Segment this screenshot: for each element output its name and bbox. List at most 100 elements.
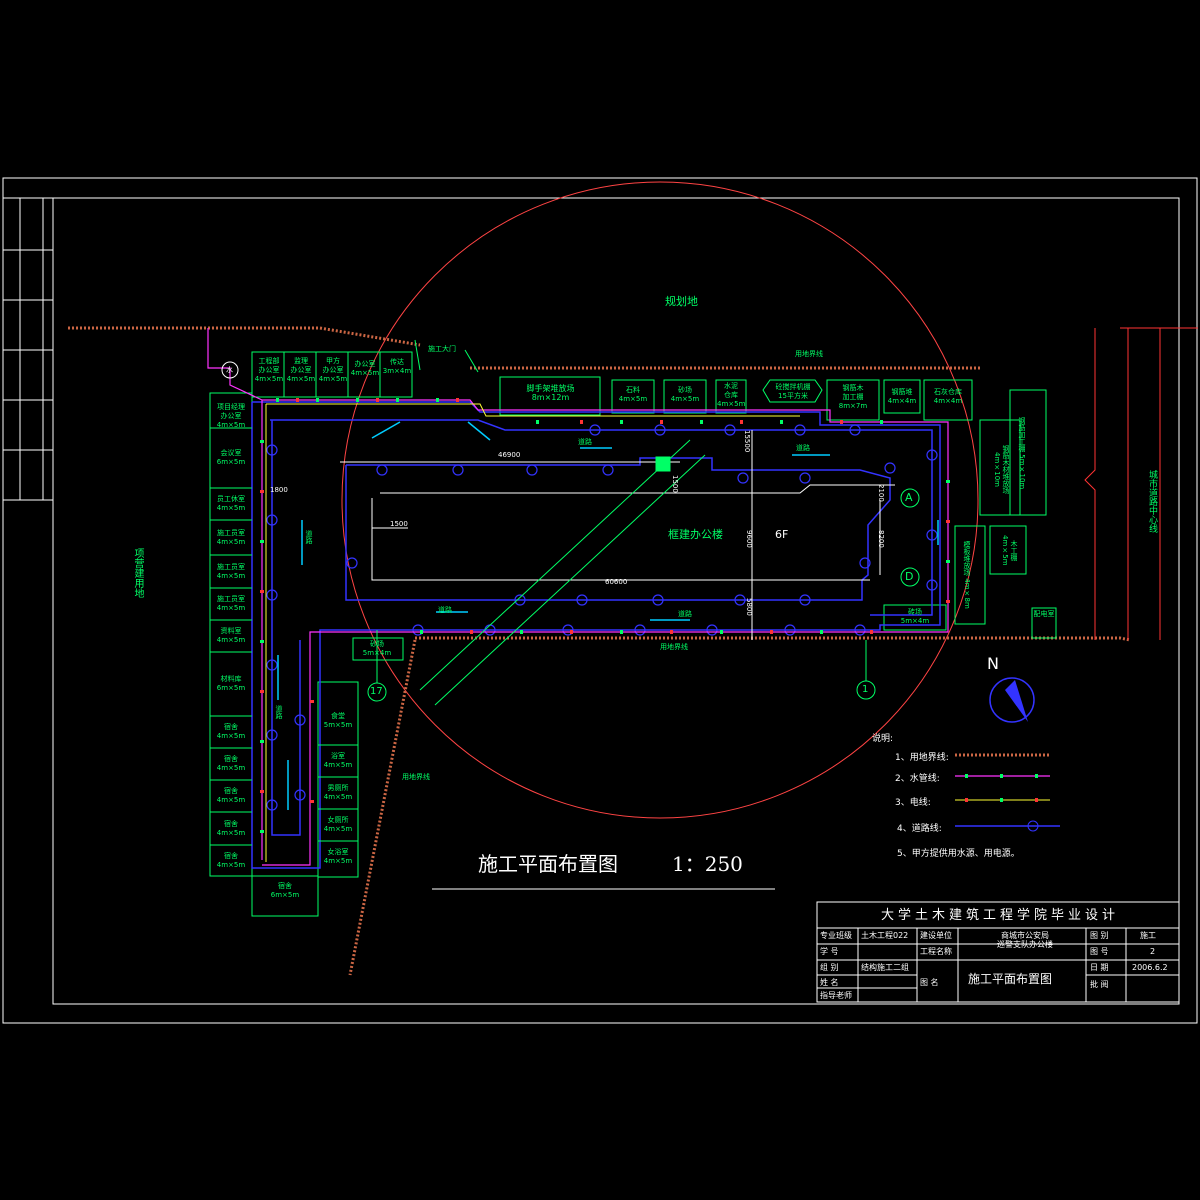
legend-lines (955, 753, 1060, 832)
facility-east: 钢筋木材堆放场 4m×10m (993, 444, 1010, 494)
road-label: 道路 (275, 705, 283, 719)
tb-value: 2006.6.2 (1132, 963, 1168, 972)
tb-key: 图 号 (1090, 947, 1109, 956)
temp-land-label: 项营建用地 (132, 548, 143, 598)
facility-east: 砖场 5m×4m (900, 608, 930, 625)
drawing-scale: 1：250 (672, 852, 743, 876)
hydrant-label: 水 (226, 366, 233, 374)
facility-north: 石料 4m×5m (618, 386, 648, 403)
facility-top: 工程部 办公室 4m×5m (254, 357, 284, 383)
dim-v5: 5800 (745, 598, 753, 616)
facility-left: 宿舍 4m×5m (216, 755, 246, 772)
tb-value: 土木工程022 (861, 931, 909, 940)
dim-v2: 9600 (745, 530, 753, 548)
road-label: 道路 (305, 530, 313, 544)
dim-top: 46900 (498, 451, 521, 459)
dim-h1: 1500 (390, 520, 408, 528)
road-label: 道路 (678, 610, 692, 618)
legend-item: 4、道路线: (897, 824, 942, 834)
legend-title: 说明: (872, 734, 894, 744)
facility-top: 传达 3m×4m (382, 358, 412, 375)
facility-inner: 女浴室 4m×5m (323, 848, 353, 865)
traffic-arrows (277, 421, 939, 810)
facility-left: 员工休室 4m×5m (216, 495, 246, 512)
facility-east: 模板堆放场 4m×8m (963, 541, 971, 609)
facility-top: 监理 办公室 4m×5m (286, 357, 316, 383)
road-label: 道路 (796, 444, 810, 452)
road-nodes (266, 424, 938, 811)
axis-bubbles (221, 361, 920, 702)
city-road-label: 城市道路中心线 (1147, 470, 1157, 533)
road-label: 道路 (438, 606, 452, 614)
tb-key: 学 号 (820, 947, 839, 956)
site-plan-drawing (2, 177, 1198, 1024)
tb-key: 工程名称 (920, 947, 952, 956)
boundary-label-left: 用地界线 (402, 773, 430, 781)
dim-bottom: 60600 (605, 578, 628, 586)
tb-value: 商城市公安局 巡警支队办公楼 (997, 931, 1053, 949)
binding-strip (3, 197, 53, 501)
dim-h2: 1500 (671, 475, 679, 493)
tb-value: 结构施工二组 (861, 963, 909, 972)
tb-key: 姓 名 (820, 978, 839, 987)
facility-top: 办公室 4m×5m (350, 360, 380, 377)
tb-value: 施工 (1140, 931, 1156, 940)
facility-east: 配电室 (1033, 610, 1055, 618)
building-outline (340, 430, 895, 640)
legend-item: 1、用地界线: (895, 753, 949, 763)
facility-inner: 男厕所 4m×5m (323, 784, 353, 801)
facility-left: 项目经理 办公室 4m×5m (216, 403, 246, 429)
facility-north: 砼搅拌机棚 15平方米 (775, 383, 811, 400)
facility-east: 钢筋加工棚 5m×10m (1018, 416, 1026, 490)
building-label: 框建办公楼 (668, 528, 723, 541)
boundary-label-top: 用地界线 (795, 350, 823, 358)
facility-north: 石灰仓库 4m×4m (933, 388, 963, 405)
tower-crane-arm (419, 439, 706, 706)
tb-value: 2 (1150, 947, 1156, 956)
road-label: 道路 (578, 438, 592, 446)
dim-v1: 15500 (743, 430, 751, 453)
facility-left: 宿舍 4m×5m (216, 723, 246, 740)
facility-left: 施工员室 4m×5m (216, 595, 246, 612)
titleblock-header: 大学土木建筑工程学院毕业设计 (880, 908, 1119, 923)
axis-17: 17 (370, 686, 383, 697)
facility-top: 甲方 办公室 4m×5m (318, 357, 348, 383)
axis-1: 1 (862, 684, 869, 695)
facility-left: 宿舍 4m×5m (216, 851, 246, 869)
drawing-title: 施工平面布置图 (478, 852, 618, 876)
north-compass (989, 677, 1035, 723)
tb-key: 图 名 (920, 978, 939, 987)
facility-east: 木工棚 4m×5m (1001, 534, 1018, 566)
facility-left: 会议室 6m×5m (216, 449, 246, 466)
facility-north: 钢筋木 加工棚 8m×7m (838, 384, 868, 410)
facility-inner: 浴室 4m×5m (323, 752, 353, 769)
dim-v3: 2100 (877, 484, 885, 502)
facility-left: 材料库 6m×5m (216, 675, 246, 692)
facility-left: 施工员室 4m×5m (216, 562, 246, 580)
facility-left: 宿舍 4m×5m (216, 819, 246, 837)
tb-key: 组 别 (820, 963, 839, 972)
entrance-label: 施工大门 (428, 345, 456, 353)
tb-key: 专业班级 (820, 931, 852, 940)
boundary-label-bottom: 用地界线 (660, 643, 688, 651)
tb-key: 日 期 (1090, 963, 1109, 972)
tb-key: 批 阅 (1090, 980, 1109, 989)
floors-label: 6F (775, 528, 789, 541)
facility-north: 脚手架堆放场 8m×12m (526, 384, 575, 402)
facility-north: 砂场 4m×5m (670, 386, 700, 403)
facility-bottom-dorm: 宿舍 6m×5m (270, 882, 300, 899)
facility-inner: 砂场 5m×4m (362, 640, 392, 657)
facility-left: 资料室 4m×5m (216, 627, 246, 644)
tb-key: 建设单位 (920, 931, 952, 940)
facility-inner: 食堂 5m×5m (323, 712, 353, 729)
dim-left: 1800 (270, 486, 288, 494)
axis-a: A (905, 491, 913, 504)
tb-drawing-name: 施工平面布置图 (968, 972, 1053, 986)
facility-north: 水泥 仓库 4m×5m (717, 382, 746, 408)
legend-item: 3、电线: (895, 798, 931, 808)
axis-d: D (905, 570, 914, 583)
legend-item: 2、水管线: (895, 774, 940, 784)
dim-v4: 8200 (877, 530, 885, 548)
legend-item: 5、甲方提供用水源、用电源。 (897, 849, 1020, 859)
facility-inner: 女厕所 4m×5m (323, 816, 353, 833)
